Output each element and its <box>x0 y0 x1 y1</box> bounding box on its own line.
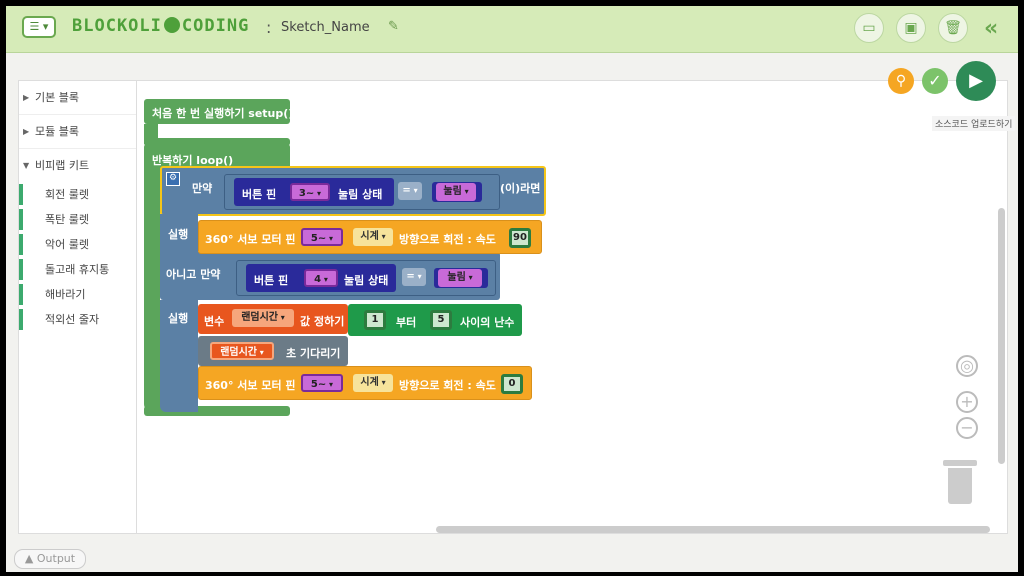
sketch-name[interactable]: Sketch_Name <box>281 20 370 35</box>
category-label: 비피랩 키트 <box>35 159 90 172</box>
kit-item-ir-ruler[interactable]: 적외선 줄자 <box>19 307 137 332</box>
category-basic[interactable]: ▶ 기본 블록 <box>19 81 137 115</box>
random-max-input[interactable]: 5 <box>430 310 452 330</box>
recenter-icon[interactable]: ◎ <box>956 355 978 377</box>
set-variable-block[interactable]: 변수 랜덤시간 값 정하기 <box>198 304 348 334</box>
direction-dropdown[interactable]: 시계 <box>353 374 393 392</box>
elseif-label: 아니고 만약 <box>166 268 221 281</box>
operator-dropdown[interactable]: = <box>398 182 422 200</box>
direction-speed-label: 방향으로 회전 : 속도 <box>399 379 496 392</box>
servo-rotate-block[interactable]: 360° 서보 모터 핀 5~ 시계 방향으로 회전 : 속도 90 <box>198 220 542 254</box>
caret-right-icon: ▶ <box>23 127 30 136</box>
button-pin-label: 버튼 핀 <box>254 274 289 287</box>
kit-item-rotate-roulette[interactable]: 회전 룰렛 <box>19 182 137 207</box>
horizontal-scrollbar[interactable] <box>436 526 990 533</box>
speed-input[interactable]: 0 <box>501 374 523 394</box>
caret-right-icon: ▶ <box>23 93 30 102</box>
list-icon: ☰ ▾ <box>29 20 49 33</box>
button-pin-block[interactable]: 버튼 핀 3~ 눌림 상태 <box>234 178 394 206</box>
from-label: 부터 <box>396 316 417 329</box>
random-number-block[interactable]: 1 부터 5 사이의 난수 <box>348 304 522 336</box>
delete-button[interactable]: 🗑 <box>938 13 968 43</box>
kit-item-dolphin-bin[interactable]: 돌고래 휴지통 <box>19 257 137 282</box>
pressed-dropdown[interactable]: 눌림 <box>438 269 482 287</box>
zoom-out-icon[interactable]: − <box>956 417 978 439</box>
speed-input[interactable]: 90 <box>509 228 531 248</box>
direction-dropdown[interactable]: 시계 <box>353 228 393 246</box>
pressed-value-block[interactable]: 눌림 <box>434 268 488 288</box>
press-state-label: 눌림 상태 <box>344 274 389 287</box>
servo-label: 360° 서보 모터 핀 <box>205 233 296 246</box>
category-label: 모듈 블록 <box>35 125 79 138</box>
elseif-do-arm: 실행 <box>160 300 198 412</box>
press-state-label: 눌림 상태 <box>338 188 383 201</box>
edit-pencil-icon[interactable]: ✎ <box>388 19 399 34</box>
do-label: 실행 <box>168 228 189 241</box>
logo-text-left: BLOCKOLI <box>72 16 162 36</box>
gear-icon[interactable]: ⚙ <box>166 172 180 186</box>
save-button[interactable]: ▣ <box>896 13 926 43</box>
app-window: ☰ ▾ BLOCKOLI CODING : Sketch_Name ✎ ▭ ▣ 🗑… <box>6 6 1018 572</box>
trash-body <box>948 468 972 504</box>
servo-pin-dropdown[interactable]: 5~ <box>301 374 343 392</box>
loop-arm <box>144 166 160 412</box>
variable-dropdown[interactable]: 랜덤시간 <box>232 309 294 327</box>
servo-rotate-block[interactable]: 360° 서보 모터 핀 5~ 시계 방향으로 회전 : 속도 0 <box>198 366 532 400</box>
wait-seconds-block[interactable]: 랜덤시간 초 기다리기 <box>198 336 348 366</box>
save-icon: ▣ <box>904 20 918 36</box>
if-label: 만약 <box>192 182 213 195</box>
variable-getter[interactable]: 랜덤시간 <box>210 342 274 360</box>
kit-item-sunflower[interactable]: 해바라기 <box>19 282 137 307</box>
random-min-input[interactable]: 1 <box>364 310 386 330</box>
folder-open-icon: ▭ <box>862 20 876 36</box>
caret-down-icon: ▼ <box>23 161 30 170</box>
block-category-sidebar: ▶ 기본 블록 ▶ 모듈 블록 ▼ 비피랩 키트 회전 룰렛 폭탄 룰렛 악어 룰렛 … <box>18 80 138 534</box>
zoom-icon[interactable]: ⚲ <box>888 68 914 94</box>
pin-dropdown[interactable]: 4 <box>304 269 338 287</box>
set-value-label: 값 정하기 <box>300 315 345 328</box>
logo-text-right: CODING <box>181 16 250 36</box>
random-between-label: 사이의 난수 <box>460 316 515 329</box>
trash-icon: 🗑 <box>944 20 962 36</box>
then-label: (이)라면 <box>500 182 541 195</box>
menu-button[interactable]: ☰ ▾ <box>22 16 56 38</box>
output-label: Output <box>36 552 76 565</box>
trash-lid <box>943 460 977 466</box>
kit-item-croc-roulette[interactable]: 악어 룰렛 <box>19 232 137 257</box>
upload-tooltip: 소스코드 업로드하기 <box>932 116 1016 131</box>
category-module[interactable]: ▶ 모듈 블록 <box>19 115 137 149</box>
button-pin-block[interactable]: 버튼 핀 4 눌림 상태 <box>246 264 396 292</box>
pin-dropdown[interactable]: 3~ <box>290 183 330 201</box>
title-separator: : <box>266 18 272 37</box>
pressed-dropdown[interactable]: 눌림 <box>436 183 476 201</box>
category-label: 기본 블록 <box>35 91 79 104</box>
double-chevron-left-icon[interactable]: « <box>984 16 998 41</box>
broccoli-icon <box>163 17 180 33</box>
zoom-in-icon[interactable]: + <box>956 391 978 413</box>
top-header: ☰ ▾ BLOCKOLI CODING : Sketch_Name ✎ ▭ ▣ 🗑… <box>6 6 1018 53</box>
setup-label: 처음 한 번 실행하기 setup() <box>152 107 294 120</box>
app-logo: BLOCKOLI CODING <box>72 16 249 36</box>
pressed-value-block[interactable]: 눌림 <box>432 182 482 202</box>
output-toggle[interactable]: ▲ Output <box>14 549 86 569</box>
verify-check-icon[interactable]: ✓ <box>922 68 948 94</box>
operator-dropdown[interactable]: = <box>402 268 426 286</box>
servo-pin-dropdown[interactable]: 5~ <box>301 228 343 246</box>
trash-can-icon[interactable] <box>943 460 977 506</box>
button-pin-label: 버튼 핀 <box>242 188 277 201</box>
wait-seconds-label: 초 기다리기 <box>286 347 341 360</box>
category-kit[interactable]: ▼ 비피랩 키트 <box>19 149 137 182</box>
do-label: 실행 <box>168 312 189 325</box>
setup-block[interactable]: 처음 한 번 실행하기 setup() <box>144 99 294 124</box>
open-folder-button[interactable]: ▭ <box>854 13 884 43</box>
upload-play-icon[interactable]: ▶ <box>956 61 996 101</box>
kit-item-bomb-roulette[interactable]: 폭탄 룰렛 <box>19 207 137 232</box>
var-label: 변수 <box>204 315 225 328</box>
servo-label: 360° 서보 모터 핀 <box>205 379 296 392</box>
vertical-scrollbar[interactable] <box>998 208 1005 464</box>
direction-speed-label: 방향으로 회전 : 속도 <box>399 233 496 246</box>
